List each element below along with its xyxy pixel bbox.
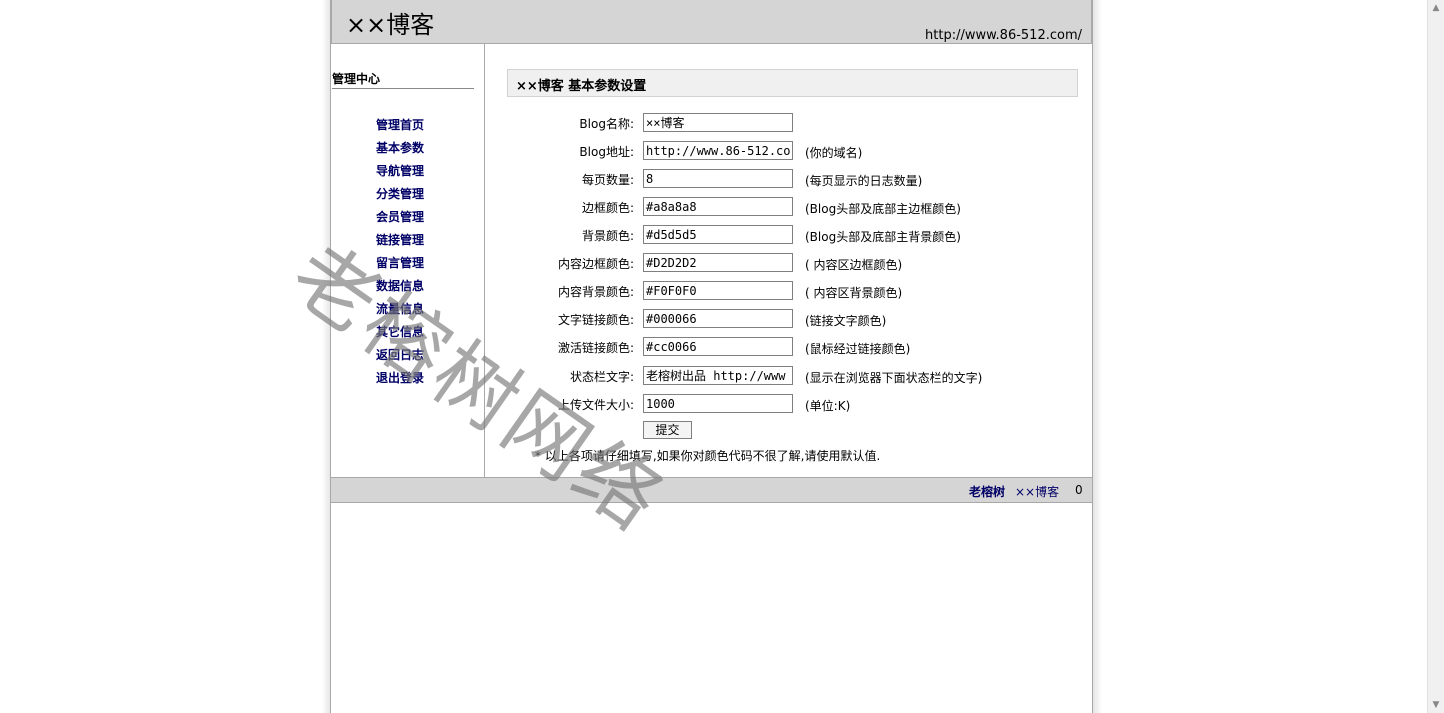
status-text-input[interactable] xyxy=(643,366,793,385)
site-url[interactable]: http://www.86-512.com/ xyxy=(925,28,1082,43)
submit-button[interactable]: 提交 xyxy=(643,421,692,439)
blog-header: ××博客 http://www.86-512.com/ xyxy=(331,0,1092,44)
field-row-blog-name: Blog名称: xyxy=(486,113,1086,133)
sidebar-item-traffic-info[interactable]: 流量信息 xyxy=(376,300,424,323)
border-color-input[interactable] xyxy=(643,197,793,216)
settings-panel: ××博客 基本参数设置 Blog名称: Blog地址: (你的域名) 每页数量:… xyxy=(486,44,1092,477)
sidebar-divider xyxy=(332,88,474,89)
field-hint: (鼠标经过链接颜色) xyxy=(805,342,911,356)
field-hint: ( 内容区背景颜色) xyxy=(805,286,903,300)
sidebar-item-links[interactable]: 链接管理 xyxy=(376,231,424,254)
field-row-content-border-color: 内容边框颜色: ( 内容区边框颜色) xyxy=(486,253,1086,273)
field-hint: (单位:K) xyxy=(805,399,851,413)
footer-count: 0 xyxy=(1075,483,1083,497)
vertical-scrollbar[interactable]: ▲ ▼ xyxy=(1427,0,1444,713)
field-label: 边框颜色: xyxy=(581,201,634,215)
field-hint: ( 内容区边框颜色) xyxy=(805,258,903,272)
field-label: 内容边框颜色: xyxy=(557,257,634,271)
field-row-page-size: 每页数量: (每页显示的日志数量) xyxy=(486,169,1086,189)
bg-color-input[interactable] xyxy=(643,225,793,244)
blog-footer: 老榕树 ××博客 0 xyxy=(331,477,1092,503)
field-row-link-color: 文字链接颜色: (链接文字颜色) xyxy=(486,309,1086,329)
sidebar-item-back-to-log[interactable]: 返回日志 xyxy=(376,346,424,369)
sidebar-title: 管理中心 xyxy=(332,72,381,86)
field-row-status-text: 状态栏文字: (显示在浏览器下面状态栏的文字) xyxy=(486,366,1086,386)
field-hint: (链接文字颜色) xyxy=(805,314,887,328)
field-label: 上传文件大小: xyxy=(557,398,634,412)
sidebar-item-categories[interactable]: 分类管理 xyxy=(376,185,424,208)
field-row-blog-url: Blog地址: (你的域名) xyxy=(486,141,1086,161)
footer-blog-link[interactable]: ××博客 xyxy=(1015,483,1059,500)
page-shadow-right xyxy=(1093,0,1102,713)
field-row-border-color: 边框颜色: (Blog头部及底部主边框颜色) xyxy=(486,197,1086,217)
field-label: 文字链接颜色: xyxy=(557,313,634,327)
scroll-up-icon[interactable]: ▲ xyxy=(1428,0,1444,16)
link-color-input[interactable] xyxy=(643,309,793,328)
sidebar-item-guestbook[interactable]: 留言管理 xyxy=(376,254,424,277)
sidebar-item-members[interactable]: 会员管理 xyxy=(376,208,424,231)
field-hint: (Blog头部及底部主边框颜色) xyxy=(805,202,961,216)
field-label: Blog地址: xyxy=(579,145,634,159)
field-label: 激活链接颜色: xyxy=(557,341,634,355)
field-row-upload-size: 上传文件大小: (单位:K) xyxy=(486,394,1086,414)
upload-size-input[interactable] xyxy=(643,394,793,413)
scroll-down-icon[interactable]: ▼ xyxy=(1428,697,1444,713)
sidebar-item-navigation[interactable]: 导航管理 xyxy=(376,162,424,185)
field-row-content-bg-color: 内容背景颜色: ( 内容区背景颜色) xyxy=(486,281,1086,301)
content-bg-color-input[interactable] xyxy=(643,281,793,300)
sidebar: 管理中心 管理首页 基本参数 导航管理 分类管理 会员管理 链接管理 留言管理 … xyxy=(331,44,485,477)
blog-url-input[interactable] xyxy=(643,141,793,160)
field-label: 每页数量: xyxy=(581,173,634,187)
hover-color-input[interactable] xyxy=(643,337,793,356)
footer-author-link[interactable]: 老榕树 xyxy=(969,483,1005,500)
field-label: 背景颜色: xyxy=(581,229,634,243)
sidebar-item-home[interactable]: 管理首页 xyxy=(376,116,424,139)
sidebar-item-basic-params[interactable]: 基本参数 xyxy=(376,139,424,162)
field-label: 状态栏文字: xyxy=(569,370,634,384)
sidebar-item-other-info[interactable]: 其它信息 xyxy=(376,323,424,346)
sidebar-item-data-info[interactable]: 数据信息 xyxy=(376,277,424,300)
content-border-color-input[interactable] xyxy=(643,253,793,272)
blog-name-input[interactable] xyxy=(643,113,793,132)
field-hint: (每页显示的日志数量) xyxy=(805,174,923,188)
field-row-bg-color: 背景颜色: (Blog头部及底部主背景颜色) xyxy=(486,225,1086,245)
field-label: Blog名称: xyxy=(579,117,634,131)
page-size-input[interactable] xyxy=(643,169,793,188)
sidebar-item-logout[interactable]: 退出登录 xyxy=(376,369,424,392)
sidebar-nav: 管理首页 基本参数 导航管理 分类管理 会员管理 链接管理 留言管理 数据信息 … xyxy=(376,116,424,392)
site-title: ××博客 xyxy=(346,11,435,39)
field-hint: (Blog头部及底部主背景颜色) xyxy=(805,230,961,244)
field-hint: (显示在浏览器下面状态栏的文字) xyxy=(805,371,983,385)
field-row-hover-color: 激活链接颜色: (鼠标经过链接颜色) xyxy=(486,337,1086,357)
field-hint: (你的域名) xyxy=(805,146,863,160)
section-header: ××博客 基本参数设置 xyxy=(507,69,1078,97)
section-title: ××博客 基本参数设置 xyxy=(516,79,647,94)
form-note: * 以上各项请仔细填写,如果你对颜色代码不很了解,请使用默认值. xyxy=(535,449,881,463)
field-label: 内容背景颜色: xyxy=(557,285,634,299)
